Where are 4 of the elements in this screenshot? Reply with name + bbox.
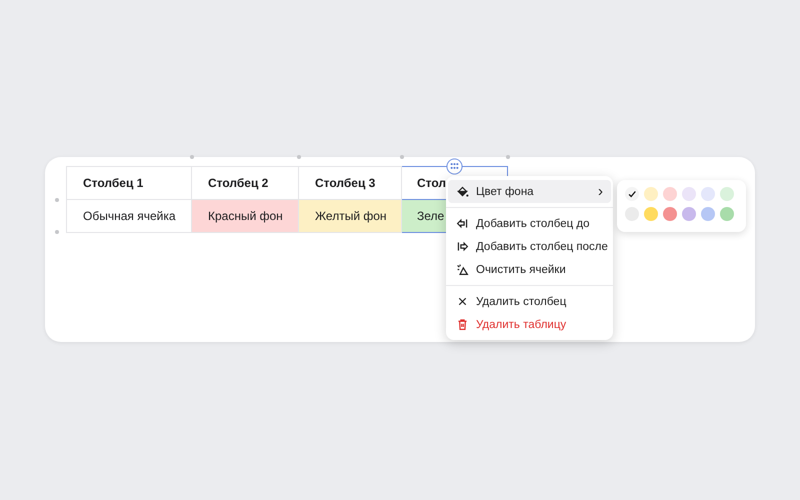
table-cell: Красный фон <box>192 200 298 232</box>
chevron-icon: › <box>598 184 603 199</box>
table-cell: Желтый фон <box>298 200 402 232</box>
table-cell: Обычная ячейка <box>66 200 192 232</box>
